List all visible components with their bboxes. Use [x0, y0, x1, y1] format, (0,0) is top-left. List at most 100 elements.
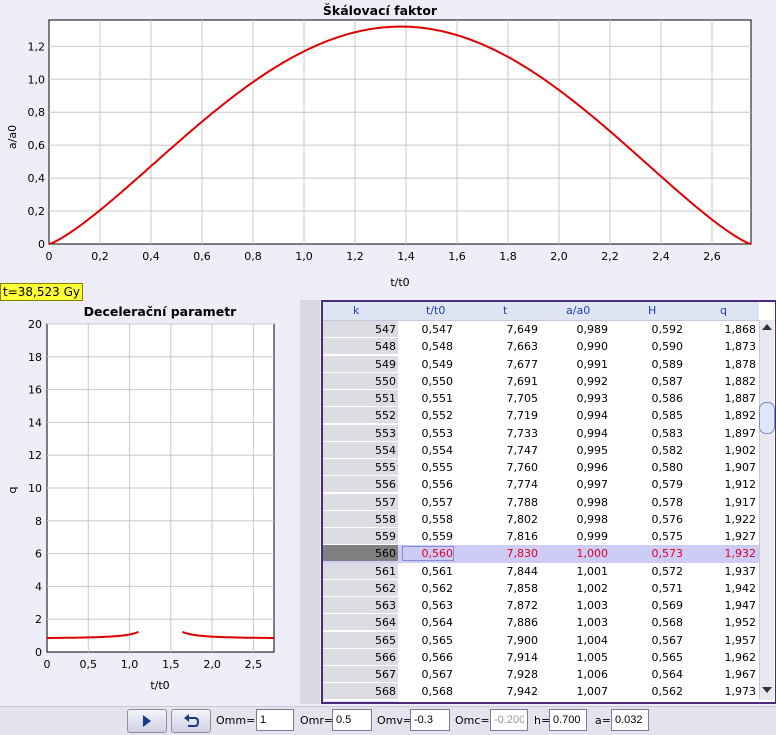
- omv-input[interactable]: [410, 709, 450, 731]
- table-row[interactable]: 549 0,549 7,677 0,991 0,589 1,878: [323, 355, 759, 373]
- row-index-cell[interactable]: 560: [323, 545, 398, 562]
- table-row[interactable]: 551 0,551 7,705 0,993 0,586 1,887: [323, 390, 759, 407]
- row-index-cell[interactable]: 569: [323, 700, 398, 702]
- omc-input: [490, 709, 528, 731]
- scroll-thumb[interactable]: [759, 402, 775, 434]
- table-cell-q: 1,932: [724, 547, 757, 561]
- table-cell-a-a0: 0,998: [576, 512, 609, 526]
- col-header-h[interactable]: H: [648, 304, 656, 317]
- row-index-cell[interactable]: 553: [323, 424, 398, 441]
- table-cell-h: 0,590: [651, 340, 684, 354]
- h-label: h=: [534, 714, 551, 727]
- play-icon: [143, 715, 151, 727]
- table-cell-q: 1,957: [724, 633, 757, 647]
- row-index-cell[interactable]: 558: [323, 510, 398, 527]
- omm-input[interactable]: [256, 709, 294, 731]
- h-input[interactable]: [549, 709, 587, 731]
- row-index-cell[interactable]: 557: [323, 493, 398, 510]
- table-row[interactable]: 558 0,558 7,802 0,998 0,576 1,922: [323, 510, 759, 528]
- a-input[interactable]: [611, 709, 649, 731]
- col-header-k[interactable]: k: [353, 304, 359, 317]
- row-index-cell[interactable]: 552: [323, 407, 398, 424]
- row-index-cell[interactable]: 568: [323, 683, 398, 700]
- table-row[interactable]: 561 0,561 7,844 1,001 0,572 1,937: [323, 562, 759, 580]
- table-cell-h: 0,567: [651, 633, 684, 647]
- table-row[interactable]: 569 0,569 7,956 1,007 0,561 1,978: [323, 700, 759, 705]
- table-row[interactable]: 550 0,550 7,691 0,992 0,587 1,882: [323, 372, 759, 390]
- omc-label: Omc=: [455, 714, 490, 727]
- table-row[interactable]: 557 0,557 7,788 0,998 0,578 1,917: [323, 493, 759, 511]
- table-row[interactable]: 560 0,560 7,830 1,000 0,573 1,932: [323, 545, 759, 563]
- bot-y-tick-label: 18: [28, 351, 42, 364]
- table-cell-t: 7,928: [506, 668, 539, 681]
- scroll-down-arrow[interactable]: [762, 687, 772, 693]
- table-cell-q: 1,947: [724, 599, 757, 612]
- table-cell-t: 7,802: [506, 512, 539, 526]
- row-index-cell[interactable]: 564: [323, 614, 398, 631]
- row-index-value: 554: [375, 443, 396, 457]
- row-index-cell[interactable]: 566: [323, 648, 398, 665]
- row-index-cell[interactable]: 547: [323, 321, 398, 337]
- table-cell-h: 0,585: [651, 409, 684, 423]
- col-header-t[interactable]: t: [503, 304, 507, 317]
- table-row[interactable]: 559 0,559 7,816 0,999 0,575 1,927: [323, 528, 759, 545]
- table-row[interactable]: 567 0,567 7,928 1,006 0,564 1,967: [323, 666, 759, 683]
- row-index-value: 557: [375, 495, 396, 509]
- table-cell-a-a0: 1,005: [576, 650, 609, 664]
- col-header-a-a0[interactable]: a/a0: [566, 304, 590, 317]
- table-cell-a-a0: 1,001: [576, 564, 609, 578]
- col-header-t-t0[interactable]: t/t0: [426, 304, 445, 317]
- table-row[interactable]: 556 0,556 7,774 0,997 0,579 1,912: [323, 476, 759, 493]
- table-cell-a-a0: 0,991: [576, 357, 609, 371]
- table-row[interactable]: 555 0,555 7,760 0,996 0,580 1,907: [323, 459, 759, 476]
- table-row[interactable]: 565 0,565 7,900 1,004 0,567 1,957: [323, 631, 759, 649]
- scale-factor-x-ticks: 0 0,2 0,4 0,6 0,8 1,0 1,2 1,4 1,6 1,8 2,0 2,2 2,4 2,6: [46, 250, 721, 263]
- deceleration-x-ticks: 0 0,5 1,0 1,5 2,0 2,5: [44, 658, 263, 671]
- table-row[interactable]: 562 0,562 7,858 1,002 0,571 1,942: [323, 579, 759, 597]
- row-index-cell[interactable]: 550: [323, 372, 398, 389]
- play-button[interactable]: [127, 709, 167, 733]
- table-row[interactable]: 552 0,552 7,719 0,994 0,585 1,892: [323, 407, 759, 424]
- row-index-cell[interactable]: 563: [323, 597, 398, 613]
- top-x-tick-label: 0,6: [193, 250, 211, 263]
- bot-y-tick-label: 10: [28, 482, 42, 495]
- row-index-cell[interactable]: 559: [323, 528, 398, 544]
- table-row[interactable]: 566 0,566 7,914 1,005 0,565 1,962: [323, 648, 759, 666]
- top-x-tick-label: 1,2: [346, 250, 364, 263]
- row-index-cell[interactable]: 555: [323, 459, 398, 475]
- table-row[interactable]: 564 0,564 7,886 1,003 0,568 1,952: [323, 614, 759, 631]
- table-row[interactable]: 553 0,553 7,733 0,994 0,583 1,897: [323, 424, 759, 442]
- deceleration-chart: Decelerační parametr 0 0,5 1,0 1,5 2,0 2,5 0 2…: [6, 304, 275, 692]
- reset-button[interactable]: [171, 709, 211, 733]
- table-row[interactable]: 548 0,548 7,663 0,990 0,590 1,873: [323, 338, 759, 355]
- row-index-cell[interactable]: 554: [323, 441, 398, 458]
- row-index-cell[interactable]: 562: [323, 579, 398, 596]
- row-index-cell[interactable]: 561: [323, 562, 398, 579]
- row-index-cell[interactable]: 565: [323, 631, 398, 648]
- table-cell-h: 0,568: [651, 616, 684, 630]
- row-index-cell[interactable]: 549: [323, 355, 398, 372]
- row-index-value: 565: [375, 633, 396, 647]
- table-cell-a-a0: 0,992: [576, 374, 609, 388]
- table-cell-h: 0,586: [651, 392, 684, 405]
- table-row[interactable]: 568 0,568 7,942 1,007 0,562 1,973: [323, 683, 759, 700]
- row-index-value: 558: [375, 512, 396, 526]
- table-cell-t: 7,956: [483, 703, 538, 705]
- data-table[interactable]: k t/t0 t a/a0 H q 547 0,547 7,649 0,989 0,59…: [321, 300, 776, 704]
- table-cell-a-a0: 0,989: [576, 323, 609, 336]
- col-header-q[interactable]: q: [720, 304, 727, 317]
- control-bar: Omm= Omr= Omv= Omc= h= a=: [0, 706, 776, 735]
- table-row[interactable]: 563 0,563 7,872 1,003 0,569 1,947: [323, 597, 759, 614]
- row-index-cell[interactable]: 548: [323, 338, 398, 355]
- top-y-tick-label: 0,2: [28, 205, 46, 218]
- table-cell-a-a0: 0,994: [576, 409, 609, 423]
- row-index-cell[interactable]: 556: [323, 476, 398, 493]
- omr-input[interactable]: [332, 709, 372, 731]
- row-index-cell[interactable]: 567: [323, 666, 398, 682]
- row-index-cell[interactable]: 551: [323, 390, 398, 406]
- table-row[interactable]: 554 0,554 7,747 0,995 0,582 1,902: [323, 441, 759, 459]
- table-row[interactable]: 547 0,547 7,649 0,989 0,592 1,868: [323, 321, 759, 338]
- scroll-up-arrow[interactable]: [762, 324, 772, 330]
- table-scrollbar[interactable]: [759, 320, 775, 700]
- top-y-tick-label: 1,2: [28, 40, 46, 53]
